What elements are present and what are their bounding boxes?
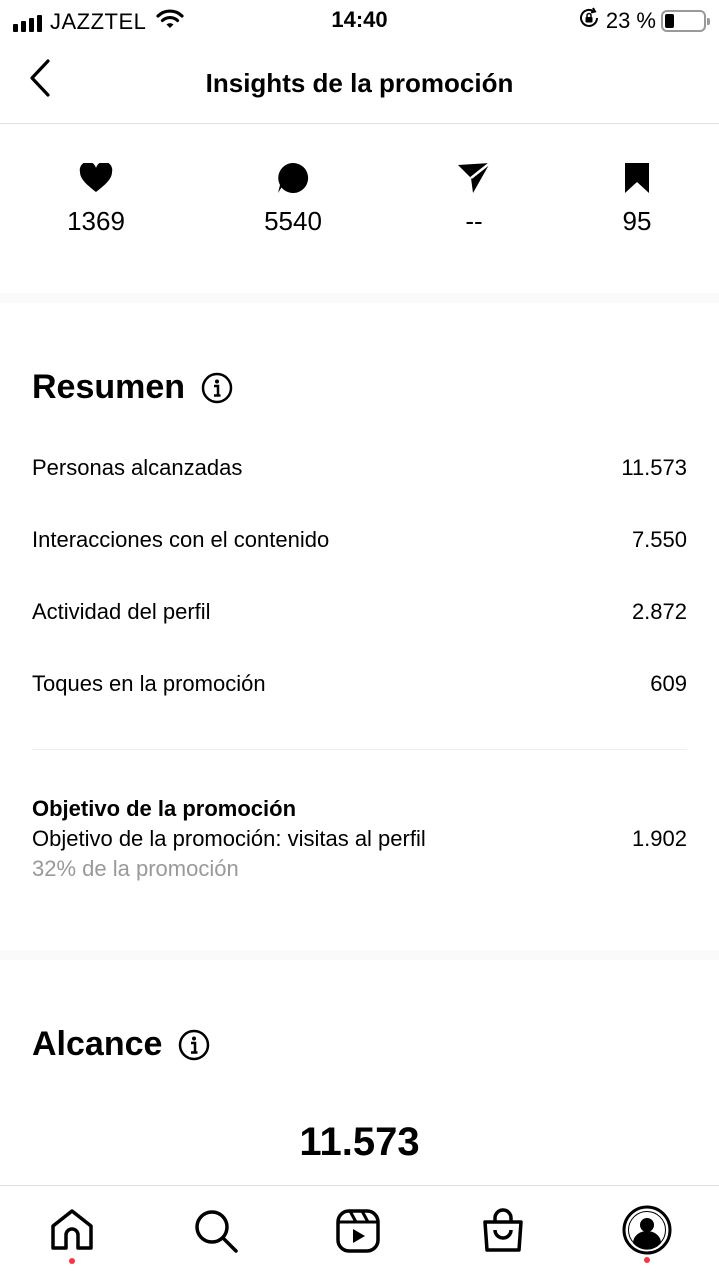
row-value: 609 bbox=[650, 671, 687, 696]
bottom-navigation bbox=[0, 1185, 719, 1280]
status-bar: JAZZTEL 14:40 23 % bbox=[0, 0, 719, 40]
nav-search[interactable] bbox=[186, 1208, 246, 1264]
metric-comments: 5540 bbox=[223, 160, 363, 237]
shares-count: -- bbox=[465, 206, 483, 236]
metric-shares: -- bbox=[404, 160, 544, 237]
summary-section-title: Resumen bbox=[32, 368, 233, 407]
divider-line bbox=[32, 749, 687, 750]
row-label: Interacciones con el contenido bbox=[32, 527, 330, 552]
goal-value: 1.902 bbox=[631, 826, 687, 851]
shop-icon bbox=[483, 1208, 523, 1252]
promotion-goal: Objetivo de la promoción Objetivo de la … bbox=[32, 796, 687, 882]
metric-saves: 95 bbox=[567, 160, 707, 237]
battery-icon bbox=[661, 9, 710, 32]
reach-title: Alcance bbox=[32, 1025, 163, 1063]
summary-row-promo-taps: Toques en la promoción 609 bbox=[32, 671, 687, 697]
reels-icon bbox=[336, 1209, 380, 1253]
nav-profile[interactable] bbox=[617, 1205, 677, 1264]
search-icon bbox=[195, 1210, 238, 1253]
battery-percent: 23 % bbox=[605, 7, 656, 33]
summary-row-profile-activity: Actividad del perfil 2.872 bbox=[32, 599, 687, 625]
home-icon bbox=[51, 1209, 93, 1250]
row-value: 11.573 bbox=[621, 455, 687, 480]
battery-fill bbox=[665, 13, 674, 28]
bookmark-icon bbox=[623, 160, 651, 196]
nav-reels[interactable] bbox=[328, 1208, 388, 1264]
nav-shop[interactable] bbox=[473, 1208, 533, 1264]
reach-value: 11.573 bbox=[299, 1120, 420, 1164]
goal-title: Objetivo de la promoción bbox=[32, 796, 297, 821]
row-label: Actividad del perfil bbox=[32, 599, 211, 624]
heart-icon bbox=[79, 160, 113, 196]
nav-home[interactable] bbox=[42, 1208, 102, 1264]
section-divider bbox=[0, 950, 719, 960]
comments-count: 5540 bbox=[264, 206, 322, 236]
reach-section-title: Alcance bbox=[32, 1025, 210, 1064]
row-label: Toques en la promoción bbox=[32, 671, 266, 696]
goal-row: Objetivo de la promoción: visitas al per… bbox=[32, 826, 687, 852]
row-value: 7.550 bbox=[631, 527, 687, 552]
row-label: Personas alcanzadas bbox=[32, 455, 243, 480]
row-value: 2.872 bbox=[631, 599, 687, 624]
notification-dot bbox=[69, 1258, 75, 1264]
info-icon[interactable] bbox=[201, 372, 233, 404]
goal-label: Objetivo de la promoción: visitas al per… bbox=[32, 826, 426, 851]
summary-row-interactions: Interacciones con el contenido 7.550 bbox=[32, 527, 687, 553]
top-navigation-bar: Insights de la promoción bbox=[0, 44, 719, 124]
status-right: 23 % bbox=[578, 7, 710, 34]
orientation-lock-icon bbox=[578, 7, 600, 34]
comment-icon bbox=[276, 160, 310, 196]
metric-likes: 1369 bbox=[26, 160, 166, 237]
section-divider bbox=[0, 293, 719, 303]
send-icon bbox=[456, 160, 492, 196]
summary-title: Resumen bbox=[32, 368, 186, 406]
likes-count: 1369 bbox=[67, 206, 125, 236]
saves-count: 95 bbox=[622, 206, 652, 236]
profile-icon bbox=[622, 1205, 672, 1255]
info-icon[interactable] bbox=[178, 1029, 210, 1061]
engagement-metrics: 1369 5540 -- 95 bbox=[0, 160, 719, 260]
notification-dot bbox=[644, 1257, 650, 1263]
goal-percentage: 32% de la promoción bbox=[32, 856, 239, 881]
summary-row-reached: Personas alcanzadas 11.573 bbox=[32, 455, 687, 481]
page-title: Insights de la promoción bbox=[205, 68, 514, 98]
